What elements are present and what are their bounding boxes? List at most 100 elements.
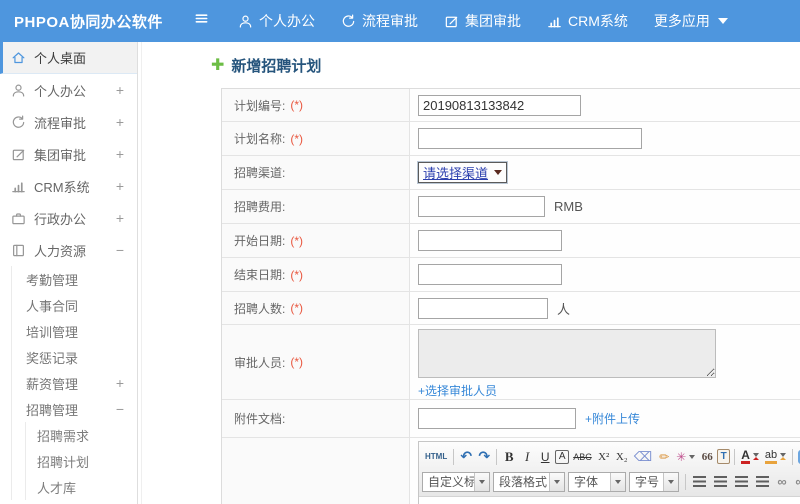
caret-down-icon [663, 472, 678, 491]
redo-button[interactable]: ↷ [476, 447, 492, 466]
expand-toggle[interactable]: + [116, 83, 124, 97]
sidebar-item-group-approval[interactable]: 集团审批 + [0, 138, 137, 170]
page-title-bar: ✚ 新增招聘计划 [141, 42, 800, 88]
align-center-button[interactable] [714, 476, 727, 487]
source-code-button[interactable]: HTML [423, 447, 449, 466]
rich-text-editor: HTML ↶ ↷ B I U A ABC X² X₂ ⌫ ✏ ✳ 66 T A … [418, 441, 800, 504]
font-color-button[interactable]: A [739, 447, 761, 466]
superscript-button[interactable]: X² [596, 447, 612, 466]
sidebar-item-talent-pool[interactable]: 人才库 [26, 474, 137, 500]
bar-chart-icon [547, 14, 562, 29]
end-date-input[interactable] [418, 264, 562, 285]
sidebar: 个人桌面 个人办公 + 流程审批 + 集团审批 + CRM系统 + 行政办公 + [0, 42, 138, 504]
align-justify-button[interactable] [756, 476, 769, 487]
user-icon [11, 83, 26, 98]
expand-toggle[interactable]: + [116, 376, 124, 390]
sidebar-item-salary[interactable]: 薪资管理 + [12, 370, 137, 396]
sidebar-item-admin-office[interactable]: 行政办公 + [0, 202, 137, 234]
sidebar-item-recruit-plan[interactable]: 招聘计划 [26, 448, 137, 474]
sidebar-item-attendance[interactable]: 考勤管理 [12, 266, 137, 292]
sidebar-item-recruit-mgmt[interactable]: 招聘管理 − [12, 396, 137, 422]
plan-no-input[interactable] [418, 94, 581, 116]
sidebar-item-crm[interactable]: CRM系统 + [0, 170, 137, 202]
sidebar-item-desktop[interactable]: 个人桌面 [0, 42, 137, 74]
align-left-button[interactable] [693, 476, 706, 487]
italic-button[interactable]: I [519, 447, 535, 466]
insert-link-button[interactable]: ∞ [774, 472, 790, 491]
expand-toggle[interactable]: + [116, 179, 124, 193]
required-mark: (*) [290, 233, 304, 248]
align-right-button[interactable] [735, 476, 748, 487]
briefcase-icon [11, 211, 26, 226]
font-size-combobox[interactable]: 字号 [629, 471, 679, 492]
subscript-button[interactable]: X₂ [614, 447, 630, 466]
field-label: 招聘渠道: [234, 166, 286, 180]
cost-input[interactable] [418, 196, 545, 217]
remove-link-button[interactable]: ∞ [792, 472, 800, 491]
sidebar-item-label: 集团审批 [34, 147, 87, 163]
bar-chart-icon [11, 179, 26, 194]
paragraph-format-combobox[interactable]: 段落格式 [493, 471, 565, 492]
caret-down-icon [494, 170, 503, 175]
edit-icon [11, 147, 26, 162]
expand-toggle[interactable]: + [116, 211, 124, 225]
field-label: 计划编号: [234, 98, 286, 113]
sidebar-item-rewards[interactable]: 奖惩记录 [12, 344, 137, 370]
attachment-upload-link[interactable]: +附件上传 [585, 412, 640, 426]
field-label: 招聘人数: [234, 301, 286, 316]
underline-button[interactable]: U [537, 447, 553, 466]
highlight-color-button[interactable]: ab [763, 447, 788, 466]
autotypeset-button[interactable]: A [555, 449, 570, 464]
undo-button[interactable]: ↶ [458, 447, 474, 466]
sidebar-item-label: 个人桌面 [34, 51, 87, 66]
sidebar-item-workflow-approval[interactable]: 流程审批 + [0, 106, 137, 138]
plan-name-input[interactable] [418, 128, 642, 149]
eraser-button[interactable]: ⌫ [632, 447, 654, 466]
channel-select-value: 请选择渠道 [423, 166, 489, 181]
history-icon [341, 14, 356, 29]
sidebar-item-personal-office[interactable]: 个人办公 + [0, 74, 137, 106]
edit-icon [444, 14, 459, 29]
caret-down-icon [717, 18, 728, 24]
nav-item-personal-office[interactable]: 个人办公 [225, 0, 328, 42]
auto-format-button[interactable]: ✳ [674, 447, 697, 466]
hr-submenu: 考勤管理 人事合同 培训管理 奖惩记录 薪资管理 + 招聘管理 − 招聘需求 招… [11, 266, 137, 500]
nav-item-group-approval[interactable]: 集团审批 [431, 0, 534, 42]
sidebar-item-label: CRM系统 [34, 179, 90, 195]
form-row-editor: HTML ↶ ↷ B I U A ABC X² X₂ ⌫ ✏ ✳ 66 T A … [222, 438, 800, 504]
sidebar-item-recruit-demand[interactable]: 招聘需求 [26, 422, 137, 448]
editor-content-area[interactable] [419, 497, 800, 504]
format-painter-button[interactable]: ✏ [656, 447, 672, 466]
choose-approver-link[interactable]: +选择审批人员 [418, 382, 497, 399]
caret-down-icon [752, 453, 759, 460]
sidebar-item-label: 人力资源 [34, 243, 87, 259]
start-date-input[interactable] [418, 230, 562, 251]
approver-textarea[interactable] [418, 329, 716, 378]
headcount-input[interactable] [418, 297, 548, 319]
expand-toggle[interactable]: + [116, 147, 124, 161]
nav-item-workflow-approval[interactable]: 流程审批 [328, 0, 431, 42]
nav-item-more-apps[interactable]: 更多应用 [641, 0, 741, 42]
paste-text-button[interactable]: T [717, 449, 731, 464]
channel-select[interactable]: 请选择渠道 [416, 161, 509, 184]
expand-toggle[interactable]: + [116, 115, 124, 129]
sidebar-item-hr-contract[interactable]: 人事合同 [12, 292, 137, 318]
collapse-toggle[interactable]: − [116, 402, 124, 416]
attachment-input[interactable] [418, 408, 576, 429]
nav-label: 更多应用 [653, 13, 710, 29]
hamburger-icon[interactable] [194, 11, 209, 31]
form-row-start-date: 开始日期: (*) [222, 224, 800, 258]
collapse-toggle[interactable]: − [116, 243, 124, 257]
blockquote-button[interactable]: 66 [699, 447, 715, 466]
sidebar-item-training[interactable]: 培训管理 [12, 318, 137, 344]
bold-button[interactable]: B [501, 447, 517, 466]
nav-label: CRM系统 [568, 13, 628, 29]
sidebar-item-label: 流程审批 [34, 115, 87, 131]
sidebar-item-hr[interactable]: 人力资源 − [0, 234, 137, 266]
strikethrough-button[interactable]: ABC [571, 447, 594, 466]
font-family-combobox[interactable]: 字体 [568, 471, 626, 492]
custom-title-combobox[interactable]: 自定义标题 [422, 471, 490, 492]
form-row-channel: 招聘渠道: 请选择渠道 [222, 156, 800, 190]
nav-item-crm[interactable]: CRM系统 [534, 0, 641, 42]
caret-down-icon [689, 454, 696, 459]
